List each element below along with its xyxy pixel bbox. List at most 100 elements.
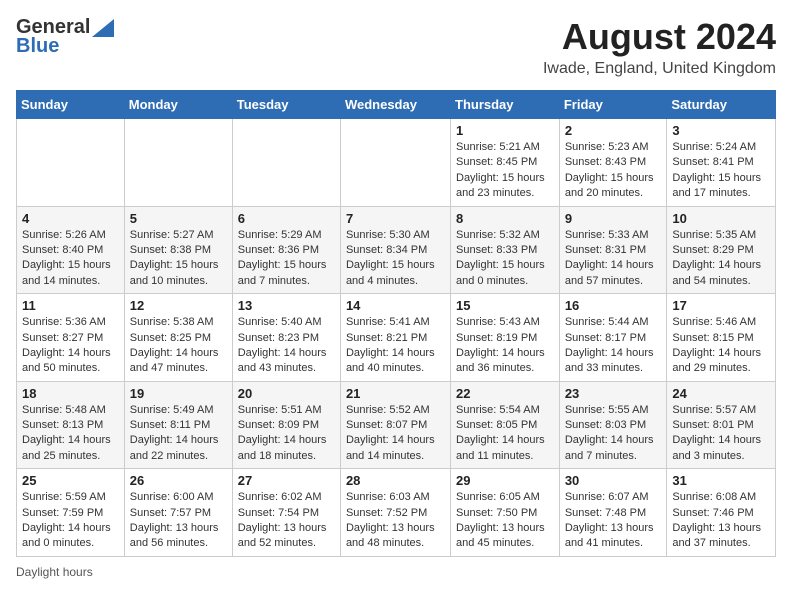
calendar-cell: 25 Sunrise: 5:59 AM Sunset: 7:59 PM Dayli… <box>17 469 125 557</box>
calendar-cell: 18 Sunrise: 5:48 AM Sunset: 8:13 PM Dayli… <box>17 381 125 469</box>
day-number: 14 <box>346 298 445 313</box>
header-day-thursday: Thursday <box>451 91 560 119</box>
day-info: Sunrise: 5:35 AM Sunset: 8:29 PM Dayligh… <box>672 228 770 290</box>
day-number: 21 <box>346 386 445 401</box>
day-info: Sunrise: 5:23 AM Sunset: 8:43 PM Dayligh… <box>565 140 662 202</box>
day-number: 26 <box>130 473 227 488</box>
day-info: Sunrise: 5:30 AM Sunset: 8:34 PM Dayligh… <box>346 228 445 290</box>
day-info: Sunrise: 5:55 AM Sunset: 8:03 PM Dayligh… <box>565 403 662 465</box>
calendar-week-5: 25 Sunrise: 5:59 AM Sunset: 7:59 PM Dayli… <box>17 469 776 557</box>
day-number: 11 <box>22 298 119 313</box>
day-info: Sunrise: 5:32 AM Sunset: 8:33 PM Dayligh… <box>456 228 554 290</box>
calendar-cell: 14 Sunrise: 5:41 AM Sunset: 8:21 PM Dayli… <box>340 294 450 382</box>
calendar-cell: 2 Sunrise: 5:23 AM Sunset: 8:43 PM Daylig… <box>559 119 667 207</box>
calendar-cell: 21 Sunrise: 5:52 AM Sunset: 8:07 PM Dayli… <box>340 381 450 469</box>
calendar-body: 1Sunrise: 5:21 AM Sunset: 8:45 PM Daylig… <box>17 119 776 557</box>
day-number: 15 <box>456 298 554 313</box>
day-number: 7 <box>346 211 445 226</box>
calendar-header: SundayMondayTuesdayWednesdayThursdayFrid… <box>17 91 776 119</box>
day-info: Sunrise: 5:36 AM Sunset: 8:27 PM Dayligh… <box>22 315 119 377</box>
calendar-cell: 28 Sunrise: 6:03 AM Sunset: 7:52 PM Dayli… <box>340 469 450 557</box>
calendar-cell <box>232 119 340 207</box>
day-number: 25 <box>22 473 119 488</box>
header-row: SundayMondayTuesdayWednesdayThursdayFrid… <box>17 91 776 119</box>
calendar-cell: 11 Sunrise: 5:36 AM Sunset: 8:27 PM Dayli… <box>17 294 125 382</box>
calendar-cell <box>340 119 450 207</box>
day-info: Sunrise: 5:26 AM Sunset: 8:40 PM Dayligh… <box>22 228 119 290</box>
day-number: 10 <box>672 211 770 226</box>
day-info: Sunrise: 5:57 AM Sunset: 8:01 PM Dayligh… <box>672 403 770 465</box>
day-info: Sunrise: 5:40 AM Sunset: 8:23 PM Dayligh… <box>238 315 335 377</box>
calendar-cell: 22 Sunrise: 5:54 AM Sunset: 8:05 PM Dayli… <box>451 381 560 469</box>
calendar-cell: 30Sunrise: 6:07 AM Sunset: 7:48 PM Dayli… <box>559 469 667 557</box>
day-number: 2 <box>565 123 662 138</box>
calendar-cell <box>124 119 232 207</box>
day-info: Sunrise: 5:52 AM Sunset: 8:07 PM Dayligh… <box>346 403 445 465</box>
day-info: Sunrise: 5:27 AM Sunset: 8:38 PM Dayligh… <box>130 228 227 290</box>
day-number: 30 <box>565 473 662 488</box>
day-info: Sunrise: 6:05 AM Sunset: 7:50 PM Dayligh… <box>456 490 554 552</box>
day-info: Sunrise: 5:38 AM Sunset: 8:25 PM Dayligh… <box>130 315 227 377</box>
calendar-week-4: 18 Sunrise: 5:48 AM Sunset: 8:13 PM Dayli… <box>17 381 776 469</box>
day-info: Sunrise: 5:46 AM Sunset: 8:15 PM Dayligh… <box>672 315 770 377</box>
day-number: 5 <box>130 211 227 226</box>
logo: General Blue <box>16 16 114 58</box>
day-number: 22 <box>456 386 554 401</box>
calendar-week-1: 1Sunrise: 5:21 AM Sunset: 8:45 PM Daylig… <box>17 119 776 207</box>
page-header: General Blue August 2024 Iwade, England,… <box>16 16 776 78</box>
header-day-saturday: Saturday <box>667 91 776 119</box>
calendar-cell: 10 Sunrise: 5:35 AM Sunset: 8:29 PM Dayli… <box>667 206 776 294</box>
day-info: Sunrise: 5:29 AM Sunset: 8:36 PM Dayligh… <box>238 228 335 290</box>
day-number: 13 <box>238 298 335 313</box>
day-number: 8 <box>456 211 554 226</box>
day-number: 28 <box>346 473 445 488</box>
calendar-cell: 23Sunrise: 5:55 AM Sunset: 8:03 PM Dayli… <box>559 381 667 469</box>
day-number: 4 <box>22 211 119 226</box>
footer: Daylight hours <box>16 565 776 579</box>
calendar-cell: 8 Sunrise: 5:32 AM Sunset: 8:33 PM Daylig… <box>451 206 560 294</box>
day-info: Sunrise: 5:21 AM Sunset: 8:45 PM Dayligh… <box>456 140 554 202</box>
calendar-week-3: 11 Sunrise: 5:36 AM Sunset: 8:27 PM Dayli… <box>17 294 776 382</box>
header-day-tuesday: Tuesday <box>232 91 340 119</box>
day-info: Sunrise: 6:03 AM Sunset: 7:52 PM Dayligh… <box>346 490 445 552</box>
calendar-cell: 20Sunrise: 5:51 AM Sunset: 8:09 PM Dayli… <box>232 381 340 469</box>
calendar-cell: 12 Sunrise: 5:38 AM Sunset: 8:25 PM Dayli… <box>124 294 232 382</box>
day-number: 31 <box>672 473 770 488</box>
calendar-cell: 16 Sunrise: 5:44 AM Sunset: 8:17 PM Dayli… <box>559 294 667 382</box>
location-subtitle: Iwade, England, United Kingdom <box>543 60 776 78</box>
calendar-cell: 3 Sunrise: 5:24 AM Sunset: 8:41 PM Daylig… <box>667 119 776 207</box>
day-number: 27 <box>238 473 335 488</box>
day-number: 18 <box>22 386 119 401</box>
day-number: 19 <box>130 386 227 401</box>
day-number: 6 <box>238 211 335 226</box>
day-info: Sunrise: 6:08 AM Sunset: 7:46 PM Dayligh… <box>672 490 770 552</box>
day-info: Sunrise: 5:43 AM Sunset: 8:19 PM Dayligh… <box>456 315 554 377</box>
day-number: 24 <box>672 386 770 401</box>
day-info: Sunrise: 5:44 AM Sunset: 8:17 PM Dayligh… <box>565 315 662 377</box>
day-number: 17 <box>672 298 770 313</box>
day-info: Sunrise: 5:48 AM Sunset: 8:13 PM Dayligh… <box>22 403 119 465</box>
day-number: 29 <box>456 473 554 488</box>
day-info: Sunrise: 5:41 AM Sunset: 8:21 PM Dayligh… <box>346 315 445 377</box>
day-info: Sunrise: 6:02 AM Sunset: 7:54 PM Dayligh… <box>238 490 335 552</box>
calendar-cell: 9 Sunrise: 5:33 AM Sunset: 8:31 PM Daylig… <box>559 206 667 294</box>
calendar-cell: 6 Sunrise: 5:29 AM Sunset: 8:36 PM Daylig… <box>232 206 340 294</box>
day-info: Sunrise: 5:54 AM Sunset: 8:05 PM Dayligh… <box>456 403 554 465</box>
calendar-cell: 26 Sunrise: 6:00 AM Sunset: 7:57 PM Dayli… <box>124 469 232 557</box>
day-number: 3 <box>672 123 770 138</box>
day-info: Sunrise: 5:33 AM Sunset: 8:31 PM Dayligh… <box>565 228 662 290</box>
calendar-cell: 13 Sunrise: 5:40 AM Sunset: 8:23 PM Dayli… <box>232 294 340 382</box>
calendar-cell: 1Sunrise: 5:21 AM Sunset: 8:45 PM Daylig… <box>451 119 560 207</box>
logo-icon <box>92 19 114 37</box>
calendar-table: SundayMondayTuesdayWednesdayThursdayFrid… <box>16 90 776 557</box>
header-day-monday: Monday <box>124 91 232 119</box>
day-info: Sunrise: 5:59 AM Sunset: 7:59 PM Dayligh… <box>22 490 119 552</box>
calendar-cell: 7 Sunrise: 5:30 AM Sunset: 8:34 PM Daylig… <box>340 206 450 294</box>
day-number: 16 <box>565 298 662 313</box>
day-number: 9 <box>565 211 662 226</box>
day-info: Sunrise: 6:00 AM Sunset: 7:57 PM Dayligh… <box>130 490 227 552</box>
header-day-friday: Friday <box>559 91 667 119</box>
day-number: 12 <box>130 298 227 313</box>
day-info: Sunrise: 5:49 AM Sunset: 8:11 PM Dayligh… <box>130 403 227 465</box>
day-info: Sunrise: 5:24 AM Sunset: 8:41 PM Dayligh… <box>672 140 770 202</box>
